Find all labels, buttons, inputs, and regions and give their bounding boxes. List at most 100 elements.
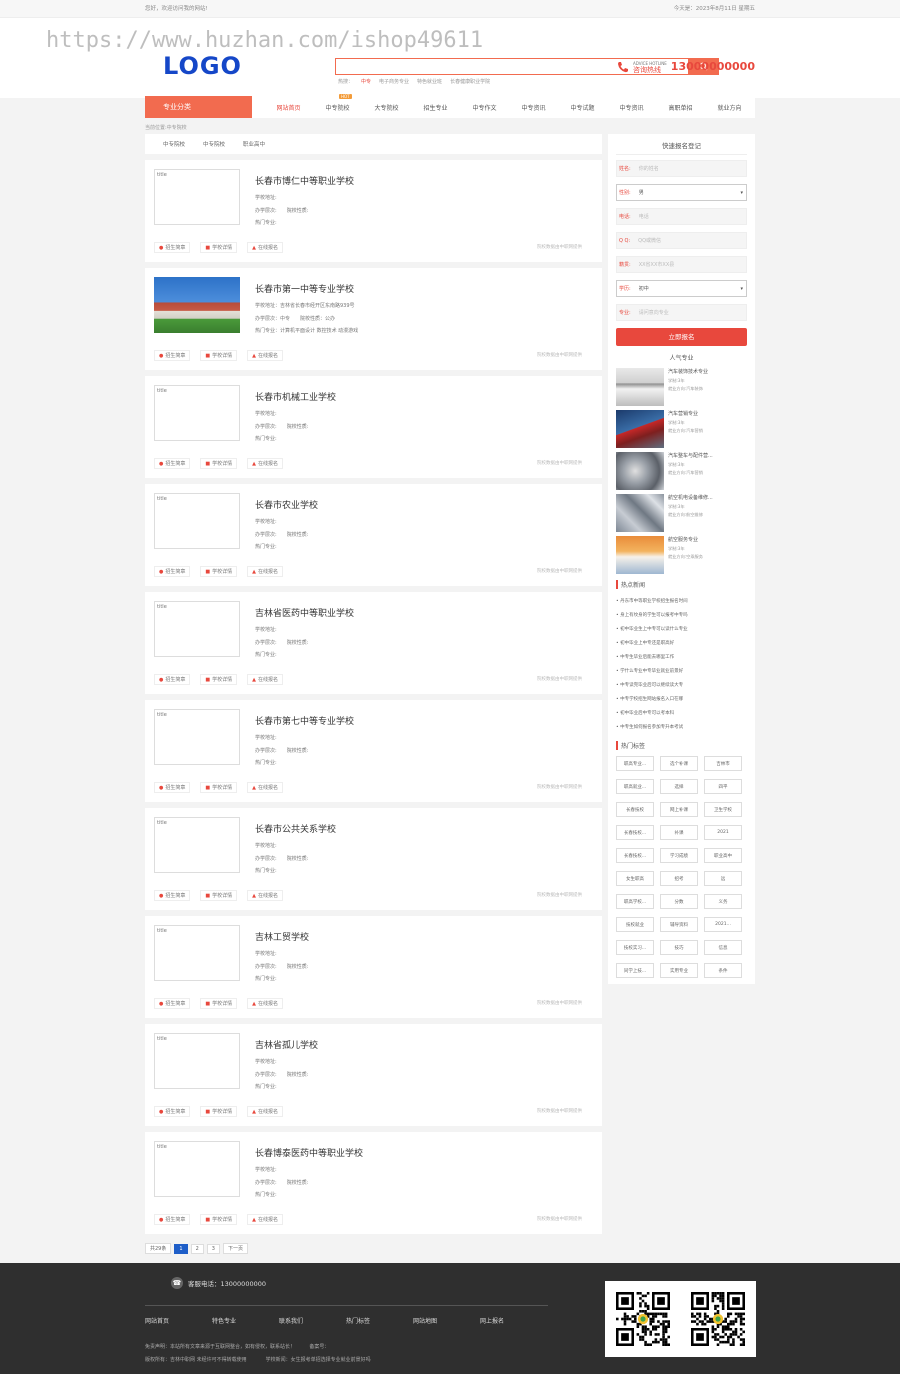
- tag-item[interactable]: 职高专业...: [616, 756, 654, 771]
- nav-item[interactable]: 中专资讯: [509, 103, 558, 112]
- brochure-button[interactable]: ● 招生简章: [154, 1105, 191, 1117]
- news-item[interactable]: • 中专生如何报名参加专升本考试: [616, 721, 747, 735]
- brochure-button[interactable]: ● 招生简章: [154, 1213, 191, 1225]
- school-image[interactable]: title: [154, 493, 240, 549]
- phone-field[interactable]: 电话: 电话: [616, 208, 747, 225]
- tag-item[interactable]: 选择: [660, 779, 698, 794]
- details-button[interactable]: ■ 学校详情: [200, 241, 238, 253]
- tag-item[interactable]: 学习成绩: [660, 848, 698, 863]
- tag-item[interactable]: 补课: [660, 825, 698, 840]
- apply-button[interactable]: ▲ 在线报名: [247, 781, 284, 793]
- nav-item[interactable]: 大专院校: [362, 103, 411, 112]
- school-name[interactable]: 长春市农业学校: [255, 498, 318, 511]
- school-name[interactable]: 吉林工贸学校: [255, 930, 309, 943]
- tab[interactable]: 中专院校: [163, 140, 185, 148]
- tag-item[interactable]: 长春技校...: [616, 848, 654, 863]
- school-name[interactable]: 吉林省医药中等职业学校: [255, 606, 354, 619]
- nav-item-schools[interactable]: 中专院校 HOT: [313, 93, 362, 112]
- school-image[interactable]: title: [154, 925, 240, 981]
- details-button[interactable]: ■ 学校详情: [200, 889, 238, 901]
- sex-select[interactable]: 性别: 男: [616, 184, 747, 201]
- hot-link[interactable]: 电子商务专业: [379, 78, 409, 85]
- tag-item[interactable]: 条件: [704, 963, 742, 978]
- apply-button[interactable]: ▲ 在线报名: [247, 997, 284, 1009]
- tag-item[interactable]: 女生职高: [616, 871, 654, 886]
- school-image[interactable]: title: [154, 1033, 240, 1089]
- details-button[interactable]: ■ 学校详情: [200, 565, 238, 577]
- apply-button[interactable]: ▲ 在线报名: [247, 673, 284, 685]
- apply-button[interactable]: ▲ 在线报名: [247, 241, 284, 253]
- brochure-button[interactable]: ● 招生简章: [154, 241, 191, 253]
- hot-link[interactable]: 长春健康职业学院: [450, 78, 490, 85]
- tag-item[interactable]: 职高学校...: [616, 894, 654, 909]
- tag-item[interactable]: 技校就业: [616, 917, 654, 932]
- news-item[interactable]: • 初中毕业上中专还是职高好: [616, 637, 747, 651]
- school-image[interactable]: title: [154, 709, 240, 765]
- footer-link[interactable]: 特色专业: [212, 1316, 279, 1325]
- tag-item[interactable]: 分数: [660, 894, 698, 909]
- hot-link[interactable]: 特色就业班: [417, 78, 442, 85]
- tag-item[interactable]: 实用专业: [660, 963, 698, 978]
- submit-button[interactable]: 立即报名: [616, 328, 747, 346]
- next-page-button[interactable]: 下一页: [222, 1243, 248, 1254]
- tag-item[interactable]: 职业高中: [704, 848, 742, 863]
- apply-button[interactable]: ▲ 在线报名: [247, 457, 284, 469]
- hot-link[interactable]: 中专: [361, 78, 371, 85]
- name-field[interactable]: 姓名: 你的姓名: [616, 160, 747, 177]
- popular-major-item[interactable]: 汽车营销专业 学制:3年 就业方向:汽车营销: [616, 410, 747, 448]
- nav-item[interactable]: 高职单招: [656, 103, 705, 112]
- nav-item[interactable]: 中专作文: [460, 103, 509, 112]
- details-button[interactable]: ■ 学校详情: [200, 457, 238, 469]
- tag-item[interactable]: 招考: [660, 871, 698, 886]
- tag-item[interactable]: 四平: [704, 779, 742, 794]
- brochure-button[interactable]: ● 招生简章: [154, 457, 191, 469]
- school-name[interactable]: 吉林省孤儿学校: [255, 1038, 318, 1051]
- school-image[interactable]: title: [154, 385, 240, 441]
- brochure-button[interactable]: ● 招生简章: [154, 889, 191, 901]
- tag-item[interactable]: 卫生学校: [704, 802, 742, 817]
- tag-item[interactable]: 职高就业...: [616, 779, 654, 794]
- news-item[interactable]: • 初中毕业后中专可以考本科: [616, 707, 747, 721]
- apply-button[interactable]: ▲ 在线报名: [247, 889, 284, 901]
- details-button[interactable]: ■ 学校详情: [200, 997, 238, 1009]
- school-image[interactable]: title: [154, 1141, 240, 1197]
- nav-item-home[interactable]: 网站首页: [264, 103, 313, 112]
- news-item[interactable]: • 学什么专业中专毕业就业前景好: [616, 665, 747, 679]
- school-image[interactable]: title: [154, 601, 240, 657]
- school-name[interactable]: 长春市第七中等专业学校: [255, 714, 354, 727]
- apply-button[interactable]: ▲ 在线报名: [247, 565, 284, 577]
- details-button[interactable]: ■ 学校详情: [200, 673, 238, 685]
- major-field[interactable]: 专业: 请问意向专业: [616, 304, 747, 321]
- tag-item[interactable]: 长春技校: [616, 802, 654, 817]
- school-name[interactable]: 长春市公共关系学校: [255, 822, 336, 835]
- footer-link[interactable]: 联系我们: [279, 1316, 346, 1325]
- school-name[interactable]: 长春博泰医药中等职业学校: [255, 1146, 363, 1159]
- tag-item[interactable]: 选个补课: [660, 756, 698, 771]
- popular-major-item[interactable]: 航空服务专业 学制:3年 就业方向:空乘服务: [616, 536, 747, 574]
- tab[interactable]: 中专院校: [203, 140, 225, 148]
- details-button[interactable]: ■ 学校详情: [200, 349, 238, 361]
- school-image[interactable]: [154, 277, 240, 333]
- brochure-button[interactable]: ● 招生简章: [154, 781, 191, 793]
- apply-button[interactable]: ▲ 在线报名: [247, 1105, 284, 1117]
- news-item[interactable]: • 中专学校招生网站报名入口在哪: [616, 693, 747, 707]
- footer-link[interactable]: 网站地图: [413, 1316, 480, 1325]
- tag-item[interactable]: 同学上技...: [616, 963, 654, 978]
- tag-item[interactable]: 辅导资料: [660, 917, 698, 932]
- qq-field[interactable]: Q Q: QQ或微信: [616, 232, 747, 249]
- popular-major-item[interactable]: 航空机电设备维修... 学制:3年 就业方向:航空维修: [616, 494, 747, 532]
- news-item[interactable]: • 丹东市中等职业学校招生报名时间: [616, 595, 747, 609]
- tag-item[interactable]: 远: [704, 871, 742, 886]
- news-item[interactable]: • 中专生毕业后能去哪里工作: [616, 651, 747, 665]
- tag-item[interactable]: 2021...: [704, 917, 742, 932]
- brochure-button[interactable]: ● 招生简章: [154, 565, 191, 577]
- page-link[interactable]: 1: [174, 1243, 188, 1254]
- tag-item[interactable]: 网上补课: [660, 802, 698, 817]
- tag-item[interactable]: 技校实习...: [616, 940, 654, 955]
- news-item[interactable]: • 身上有纹身的学生可以报考中专吗: [616, 609, 747, 623]
- news-item[interactable]: • 初中毕业生上中专可以读什么专业: [616, 623, 747, 637]
- education-select[interactable]: 学历: 初中: [616, 280, 747, 297]
- tag-item[interactable]: 技巧: [660, 940, 698, 955]
- details-button[interactable]: ■ 学校详情: [200, 1213, 238, 1225]
- hometown-field[interactable]: 籍贯: XX省XX市XX县: [616, 256, 747, 273]
